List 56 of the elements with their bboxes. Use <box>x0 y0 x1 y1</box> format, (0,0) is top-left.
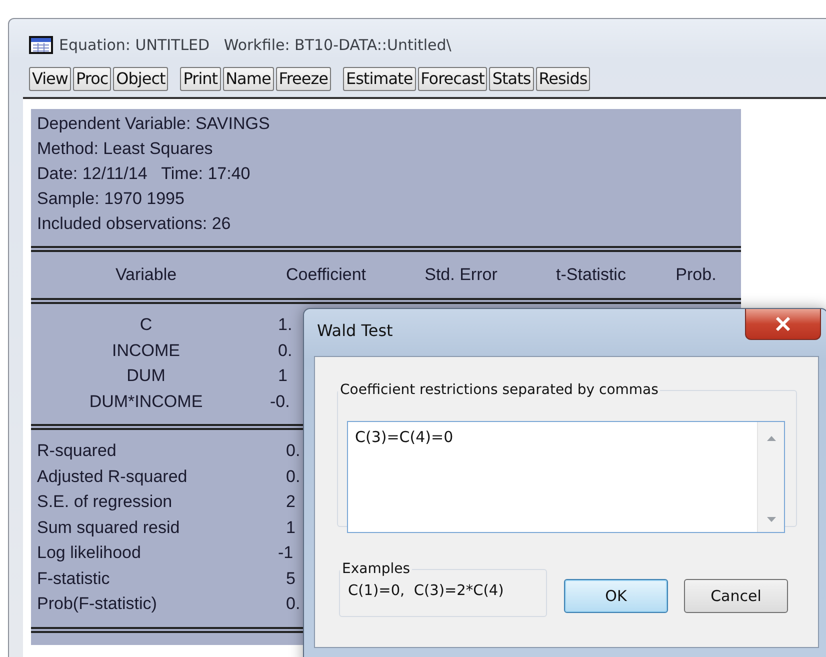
toolbar-button[interactable]: View <box>29 67 71 91</box>
coefficient-value: 1 <box>278 366 288 385</box>
header-line: Included observations: 26 <box>37 213 232 235</box>
statistic-label: Adjusted R-squared <box>37 466 188 486</box>
coefficient-value: 1. <box>278 315 292 334</box>
coefficient-value: 0. <box>278 340 292 360</box>
table-window-icon <box>29 36 53 54</box>
group-label: Coefficient restrictions separated by commas <box>339 382 660 398</box>
scrollbar[interactable] <box>757 422 784 532</box>
close-button[interactable] <box>745 309 821 340</box>
statistic-value: 0. <box>286 466 300 486</box>
dialog-button[interactable]: Cancel <box>684 579 788 613</box>
statistic-value: 0. <box>286 441 300 460</box>
statistic-value: -1 <box>278 543 294 562</box>
toolbar-button[interactable]: Object <box>113 67 168 91</box>
header-line: Dependent Variable: SAVINGS <box>37 113 271 135</box>
column-header: Prob. <box>676 265 716 284</box>
statistic-label: Log likelihood <box>37 543 141 562</box>
column-header: Std. Error <box>424 265 498 284</box>
coefficient-value: -0. <box>270 392 290 410</box>
restrictions-field[interactable]: C(3)=C(4)=0 <box>347 421 785 533</box>
statistic-label: F-statistic <box>37 568 110 588</box>
variable-name: INCOME <box>112 340 180 360</box>
toolbar-button[interactable]: Forecast <box>418 67 488 91</box>
header-line: Date: 12/11/14 Time: 17:40 <box>37 163 252 185</box>
variable-name: C <box>140 315 152 334</box>
header-line: Sample: 1970 1995 <box>37 188 186 210</box>
toolbar-button[interactable]: Estimate <box>342 67 416 91</box>
statistic-label: Sum squared resid <box>37 518 180 536</box>
statistic-label: R-squared <box>37 441 116 460</box>
column-header: Coefficient <box>286 265 366 284</box>
scroll-up-icon <box>766 436 776 441</box>
toolbar-button[interactable]: Name <box>222 67 274 91</box>
header-line: Method: Least Squares <box>37 138 214 160</box>
group-label: Examples <box>341 561 412 577</box>
scroll-down-icon <box>766 517 776 522</box>
toolbar-button[interactable]: Resids <box>536 67 590 91</box>
toolbar-button[interactable]: Freeze <box>276 67 331 91</box>
statistic-label: Prob(F-statistic) <box>37 594 157 613</box>
examples-text: C(1)=0, C(3)=2*C(4) <box>347 582 505 601</box>
toolbar-button[interactable]: Stats <box>489 67 534 91</box>
dialog-button[interactable]: OK <box>564 579 668 613</box>
column-header: t-Statistic <box>556 265 626 284</box>
toolbar-button[interactable]: Proc <box>72 67 112 91</box>
statistic-value: 5 <box>286 568 296 588</box>
dialog-title: Wald Test <box>317 321 393 340</box>
statistic-value: 1 <box>286 518 296 536</box>
statistic-value: 2 <box>286 492 296 511</box>
statistic-label: S.E. of regression <box>37 492 172 511</box>
toolbar-button[interactable]: Print <box>180 67 221 91</box>
window-title: Equation: UNTITLED Workfile: BT10-DATA::Untitled\ <box>59 36 452 54</box>
close-icon <box>775 317 791 331</box>
variable-name: DUM <box>126 366 166 385</box>
statistic-value: 0. <box>286 594 300 613</box>
column-header: Variable <box>115 265 177 284</box>
variable-name: DUM*INCOME <box>89 392 203 410</box>
